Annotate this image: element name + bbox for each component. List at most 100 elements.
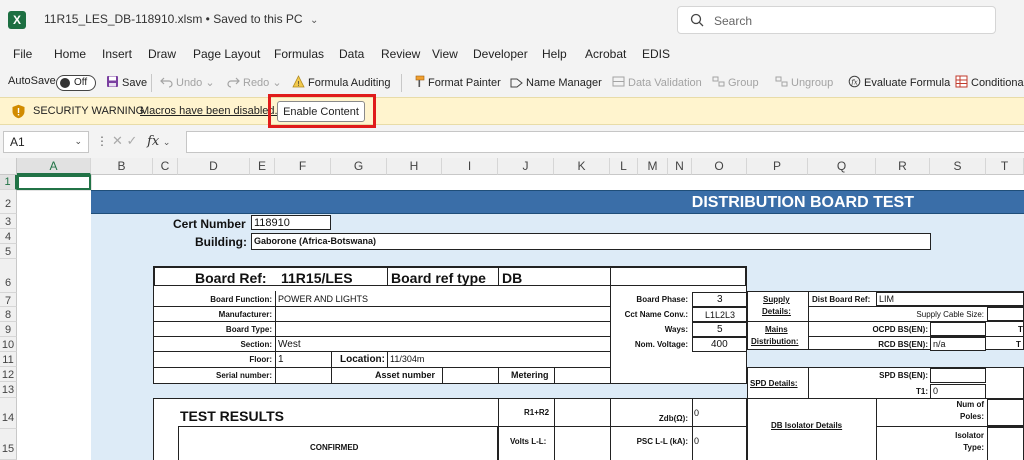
col-header[interactable]: N	[668, 158, 692, 175]
row-header[interactable]: 10	[0, 337, 17, 352]
board-ref-type-value: DB	[502, 270, 523, 286]
location-value: 11/304m	[390, 354, 425, 364]
col-header[interactable]: T	[986, 158, 1024, 175]
zdb-label: Zdb(Ω):	[658, 414, 688, 423]
confirmed-label: CONFIRMED	[310, 443, 359, 452]
active-cell-a1[interactable]	[17, 175, 91, 190]
format-painter-button[interactable]: Format Painter	[412, 75, 501, 89]
data-validation-label: Data Validation	[628, 77, 702, 89]
row-header[interactable]: 14	[0, 398, 17, 429]
row-header[interactable]: 5	[0, 244, 17, 259]
col-header[interactable]: A	[17, 158, 91, 175]
row-header[interactable]: 6	[0, 259, 17, 293]
col-header[interactable]: M	[638, 158, 668, 175]
col-header[interactable]: Q	[808, 158, 876, 175]
row-header[interactable]: 7	[0, 293, 17, 307]
document-title[interactable]: 11R15_LES_DB-118910.xlsm • Saved to this…	[44, 12, 318, 26]
cell-border	[808, 336, 1024, 337]
formula-input[interactable]	[186, 131, 1024, 153]
rcd-cell[interactable]: n/a	[930, 337, 986, 351]
tab-data[interactable]: Data	[339, 47, 364, 61]
tab-draw[interactable]: Draw	[148, 47, 176, 61]
isolator-type-label-1: Isolator	[955, 431, 984, 440]
t1-cell[interactable]: 0	[930, 384, 986, 399]
formula-auditing-button[interactable]: ! Formula Auditing	[292, 75, 391, 89]
undo-button[interactable]: Undo ⌄	[160, 75, 215, 89]
ways-cell[interactable]: 5	[692, 322, 747, 337]
num-poles-cell[interactable]	[987, 399, 1024, 426]
tab-edis[interactable]: EDIS	[642, 47, 670, 61]
tab-formulas[interactable]: Formulas	[274, 47, 324, 61]
dist-board-ref-cell[interactable]: LIM	[876, 292, 1024, 306]
col-header[interactable]: E	[250, 158, 275, 175]
spd-bs-cell[interactable]	[930, 368, 986, 383]
col-header[interactable]: J	[498, 158, 554, 175]
name-manager-button[interactable]: Name Manager	[510, 75, 602, 89]
row-header[interactable]: 2	[0, 190, 17, 214]
col-header[interactable]: P	[747, 158, 808, 175]
more-options-icon[interactable]: ⋮	[96, 134, 108, 148]
row-header[interactable]: 4	[0, 229, 17, 244]
col-header[interactable]: H	[387, 158, 442, 175]
col-header[interactable]: B	[91, 158, 153, 175]
toolbar-divider	[151, 74, 152, 92]
supply-cable-size-cell[interactable]	[987, 307, 1024, 321]
row-header[interactable]: 3	[0, 214, 17, 229]
row-header[interactable]: 9	[0, 322, 17, 337]
isolator-type-cell[interactable]	[987, 427, 1024, 460]
col-header[interactable]: C	[153, 158, 178, 175]
building-cell[interactable]: Gaborone (Africa-Botswana)	[251, 233, 931, 250]
row-header[interactable]: 15	[0, 429, 17, 460]
redo-button[interactable]: Redo ⌄	[227, 75, 282, 89]
macros-disabled-link[interactable]: Macros have been disabled.	[140, 105, 278, 117]
cancel-icon[interactable]: ✕	[112, 133, 123, 148]
evaluate-formula-button[interactable]: fx Evaluate Formula	[848, 75, 950, 89]
search-box[interactable]: Search	[677, 6, 996, 34]
conditional-formatting-button[interactable]: Conditiona	[955, 75, 1024, 89]
name-box[interactable]: A1 ⌄	[3, 131, 89, 153]
tab-file[interactable]: File	[13, 47, 32, 61]
tab-page-layout[interactable]: Page Layout	[193, 47, 260, 61]
board-phase-cell[interactable]: 3	[692, 292, 747, 307]
data-validation-button[interactable]: Data Validation	[612, 75, 702, 89]
col-header[interactable]: S	[930, 158, 986, 175]
col-header[interactable]: O	[692, 158, 747, 175]
cct-name-cell[interactable]: L1L2L3	[692, 307, 747, 322]
tab-review[interactable]: Review	[381, 47, 420, 61]
col-header[interactable]: F	[275, 158, 331, 175]
chevron-down-icon: ⌄	[74, 136, 82, 146]
ungroup-button[interactable]: Ungroup	[775, 75, 833, 89]
tab-developer[interactable]: Developer	[473, 47, 528, 61]
col-header[interactable]: I	[442, 158, 498, 175]
row-header[interactable]: 12	[0, 367, 17, 382]
row-header[interactable]: 1	[0, 175, 17, 190]
ocpd-cell[interactable]	[930, 322, 986, 336]
col-header[interactable]: D	[178, 158, 250, 175]
tab-acrobat[interactable]: Acrobat	[585, 47, 626, 61]
tab-home[interactable]: Home	[54, 47, 86, 61]
select-all-corner[interactable]	[0, 158, 17, 175]
tab-insert[interactable]: Insert	[102, 47, 132, 61]
insert-function-button[interactable]: fx	[147, 134, 159, 149]
row-header[interactable]: 13	[0, 382, 17, 398]
row-header[interactable]: 11	[0, 352, 17, 367]
col-header[interactable]: R	[876, 158, 930, 175]
tab-help[interactable]: Help	[542, 47, 567, 61]
group-button[interactable]: Group	[712, 75, 759, 89]
row-header[interactable]: 8	[0, 307, 17, 322]
spreadsheet-grid[interactable]: A B C D E F G H I J K L M N O P Q R S T …	[0, 158, 1024, 460]
t1-label: T1:	[916, 387, 928, 396]
search-icon	[690, 13, 704, 27]
confirm-icon[interactable]: ✓	[127, 133, 138, 148]
col-header[interactable]: L	[610, 158, 638, 175]
nom-voltage-cell[interactable]: 400	[692, 337, 747, 352]
autosave-toggle[interactable]: Off	[56, 75, 96, 91]
board-ref-value: 11R15/LES	[281, 270, 353, 286]
save-button[interactable]: Save	[106, 75, 147, 89]
col-header[interactable]: K	[554, 158, 610, 175]
col-header[interactable]: G	[331, 158, 387, 175]
cert-number-cell[interactable]: 118910	[251, 215, 331, 230]
cell-border	[498, 426, 747, 427]
chevron-down-icon[interactable]: ⌄	[163, 137, 171, 147]
tab-view[interactable]: View	[432, 47, 458, 61]
